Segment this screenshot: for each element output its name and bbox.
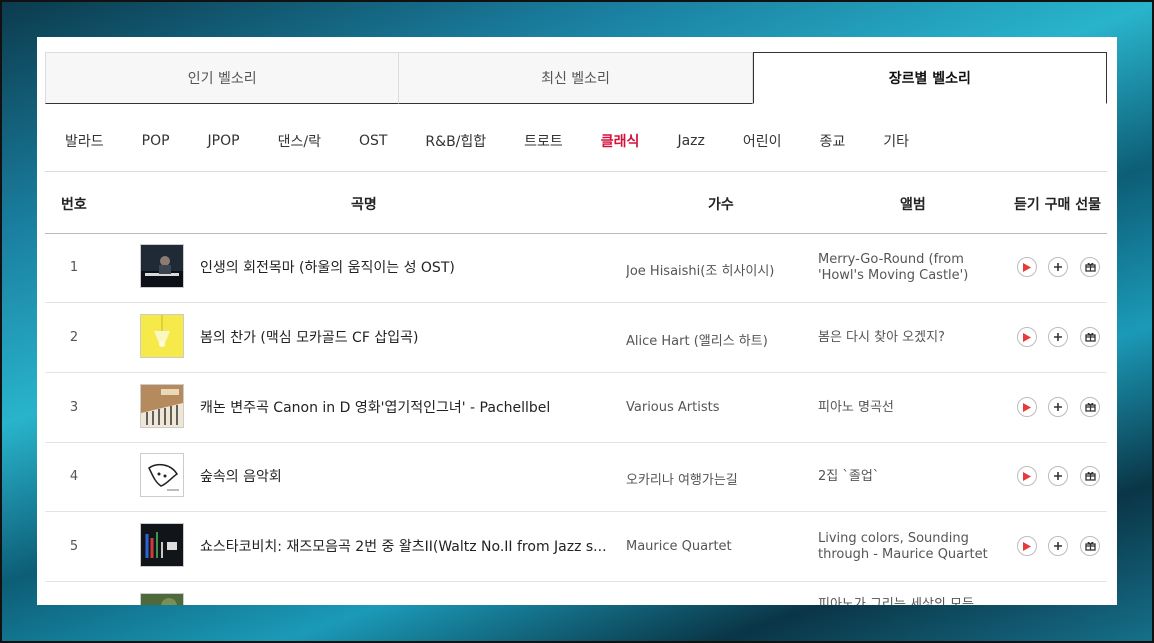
play-icon bbox=[1023, 402, 1031, 412]
ringtone-panel: 인기 벨소리 최신 벨소리 장르별 벨소리 발라드 POP JPOP 댄스/락 … bbox=[37, 37, 1117, 605]
row-number: 2 bbox=[69, 330, 79, 345]
album-name[interactable]: 피아노 명곡선 bbox=[818, 400, 1008, 416]
album-name[interactable]: 2집 `졸업` bbox=[818, 469, 1008, 485]
table-row: 5 쇼스타코비치: 재즈모음곡 2번 중 왈츠II(Waltz No.II fr… bbox=[45, 512, 1107, 582]
buy-button[interactable] bbox=[1048, 466, 1068, 486]
plus-icon bbox=[1054, 263, 1062, 271]
gift-icon bbox=[1084, 332, 1096, 342]
header-album: 앨범 bbox=[900, 197, 926, 213]
table-row: 4 숲속의 음악회 오카리나 여행가는길 2집 `졸업` bbox=[45, 442, 1107, 512]
song-title[interactable]: 인생의 회전목마 (하울의 움직이는 성 OST) bbox=[200, 257, 624, 277]
album-art[interactable] bbox=[140, 523, 184, 567]
buy-button[interactable] bbox=[1048, 397, 1068, 417]
gift-button[interactable] bbox=[1080, 327, 1100, 347]
plus-icon bbox=[1054, 472, 1062, 480]
tab-latest[interactable]: 최신 벨소리 bbox=[399, 52, 753, 104]
gift-icon bbox=[1084, 262, 1096, 272]
genre-trot[interactable]: 트로트 bbox=[524, 131, 563, 151]
genre-religion[interactable]: 종교 bbox=[819, 131, 845, 151]
table-header: 번호 곡명 가수 앨범 듣기 구매 선물 bbox=[45, 172, 1107, 234]
gift-button[interactable] bbox=[1080, 397, 1100, 417]
song-title[interactable]: 봄의 찬가 (맥심 모카골드 CF 삽입곡) bbox=[200, 327, 624, 347]
album-art[interactable] bbox=[140, 384, 184, 428]
play-button[interactable] bbox=[1017, 536, 1037, 556]
play-button[interactable] bbox=[1017, 397, 1037, 417]
table-row: 피아노가 그리는 세상의 모든 bbox=[45, 582, 1107, 605]
buy-button[interactable] bbox=[1048, 257, 1068, 277]
song-title[interactable]: 쇼스타코비치: 재즈모음곡 2번 중 왈츠II(Waltz No.II from… bbox=[200, 536, 624, 556]
plus-icon bbox=[1054, 542, 1062, 550]
play-button[interactable] bbox=[1017, 257, 1037, 277]
play-icon bbox=[1023, 332, 1031, 342]
play-icon bbox=[1023, 541, 1031, 551]
plus-icon bbox=[1054, 333, 1062, 341]
play-icon bbox=[1023, 471, 1031, 481]
album-art[interactable] bbox=[140, 593, 184, 605]
genre-filter: 발라드 POP JPOP 댄스/락 OST R&B/힙합 트로트 클래식 Jaz… bbox=[65, 130, 947, 152]
album-name[interactable]: 피아노가 그리는 세상의 모든 bbox=[818, 597, 1008, 605]
genre-jpop[interactable]: JPOP bbox=[208, 133, 240, 149]
gift-icon bbox=[1084, 471, 1096, 481]
artist-name[interactable]: Joe Hisaishi(조 히사이시) bbox=[626, 260, 806, 279]
song-title[interactable]: 숲속의 음악회 bbox=[200, 466, 624, 486]
row-number: 4 bbox=[69, 469, 79, 484]
ringtone-tabs: 인기 벨소리 최신 벨소리 장르별 벨소리 bbox=[45, 52, 1107, 106]
play-icon bbox=[1023, 262, 1031, 272]
genre-ballad[interactable]: 발라드 bbox=[65, 131, 104, 151]
header-title: 곡명 bbox=[351, 197, 377, 213]
table-row: 1 인생의 회전목마 (하울의 움직이는 성 OST) Joe Hisaishi… bbox=[45, 233, 1107, 303]
album-art[interactable] bbox=[140, 314, 184, 358]
genre-dance-rock[interactable]: 댄스/락 bbox=[278, 131, 321, 151]
artist-name[interactable]: 오카리나 여행가는길 bbox=[626, 469, 806, 488]
tab-genre[interactable]: 장르별 벨소리 bbox=[752, 52, 1107, 104]
gift-icon bbox=[1084, 402, 1096, 412]
play-button[interactable] bbox=[1017, 327, 1037, 347]
tab-popular[interactable]: 인기 벨소리 bbox=[45, 52, 400, 104]
genre-rnb-hiphop[interactable]: R&B/힙합 bbox=[425, 131, 486, 151]
artist-name[interactable]: Maurice Quartet bbox=[626, 539, 806, 554]
header-actions: 듣기 구매 선물 bbox=[1014, 197, 1102, 213]
gift-icon bbox=[1084, 541, 1096, 551]
album-art[interactable] bbox=[140, 453, 184, 497]
buy-button[interactable] bbox=[1048, 327, 1068, 347]
genre-jazz[interactable]: Jazz bbox=[677, 133, 704, 149]
row-number: 1 bbox=[69, 260, 79, 275]
table-row: 3 캐논 변주곡 Canon in D 영화'엽기적인그녀' - Pachell… bbox=[45, 373, 1107, 443]
album-art[interactable] bbox=[140, 244, 184, 288]
plus-icon bbox=[1054, 403, 1062, 411]
table-row: 2 봄의 찬가 (맥심 모카골드 CF 삽입곡) Alice Hart (앨리스… bbox=[45, 303, 1107, 373]
genre-ost[interactable]: OST bbox=[359, 133, 387, 149]
album-name[interactable]: Merry-Go-Round (from 'Howl's Moving Castl… bbox=[818, 252, 1008, 284]
genre-etc[interactable]: 기타 bbox=[883, 131, 909, 151]
buy-button[interactable] bbox=[1048, 536, 1068, 556]
genre-kids[interactable]: 어린이 bbox=[743, 131, 782, 151]
row-number: 5 bbox=[69, 539, 79, 554]
header-artist: 가수 bbox=[708, 197, 734, 213]
gift-button[interactable] bbox=[1080, 536, 1100, 556]
row-number: 3 bbox=[69, 400, 79, 415]
album-name[interactable]: Living colors, Sounding through - Maurice… bbox=[818, 531, 1008, 563]
genre-pop[interactable]: POP bbox=[142, 133, 170, 149]
header-number: 번호 bbox=[61, 197, 87, 213]
gift-button[interactable] bbox=[1080, 257, 1100, 277]
gift-button[interactable] bbox=[1080, 466, 1100, 486]
play-button[interactable] bbox=[1017, 466, 1037, 486]
artist-name[interactable]: Alice Hart (앨리스 하트) bbox=[626, 330, 806, 349]
album-name[interactable]: 봄은 다시 찾아 오겠지? bbox=[818, 330, 1008, 346]
genre-classic[interactable]: 클래식 bbox=[601, 131, 640, 151]
song-title[interactable]: 캐논 변주곡 Canon in D 영화'엽기적인그녀' - Pachellbe… bbox=[200, 397, 624, 417]
artist-name[interactable]: Various Artists bbox=[626, 400, 806, 415]
